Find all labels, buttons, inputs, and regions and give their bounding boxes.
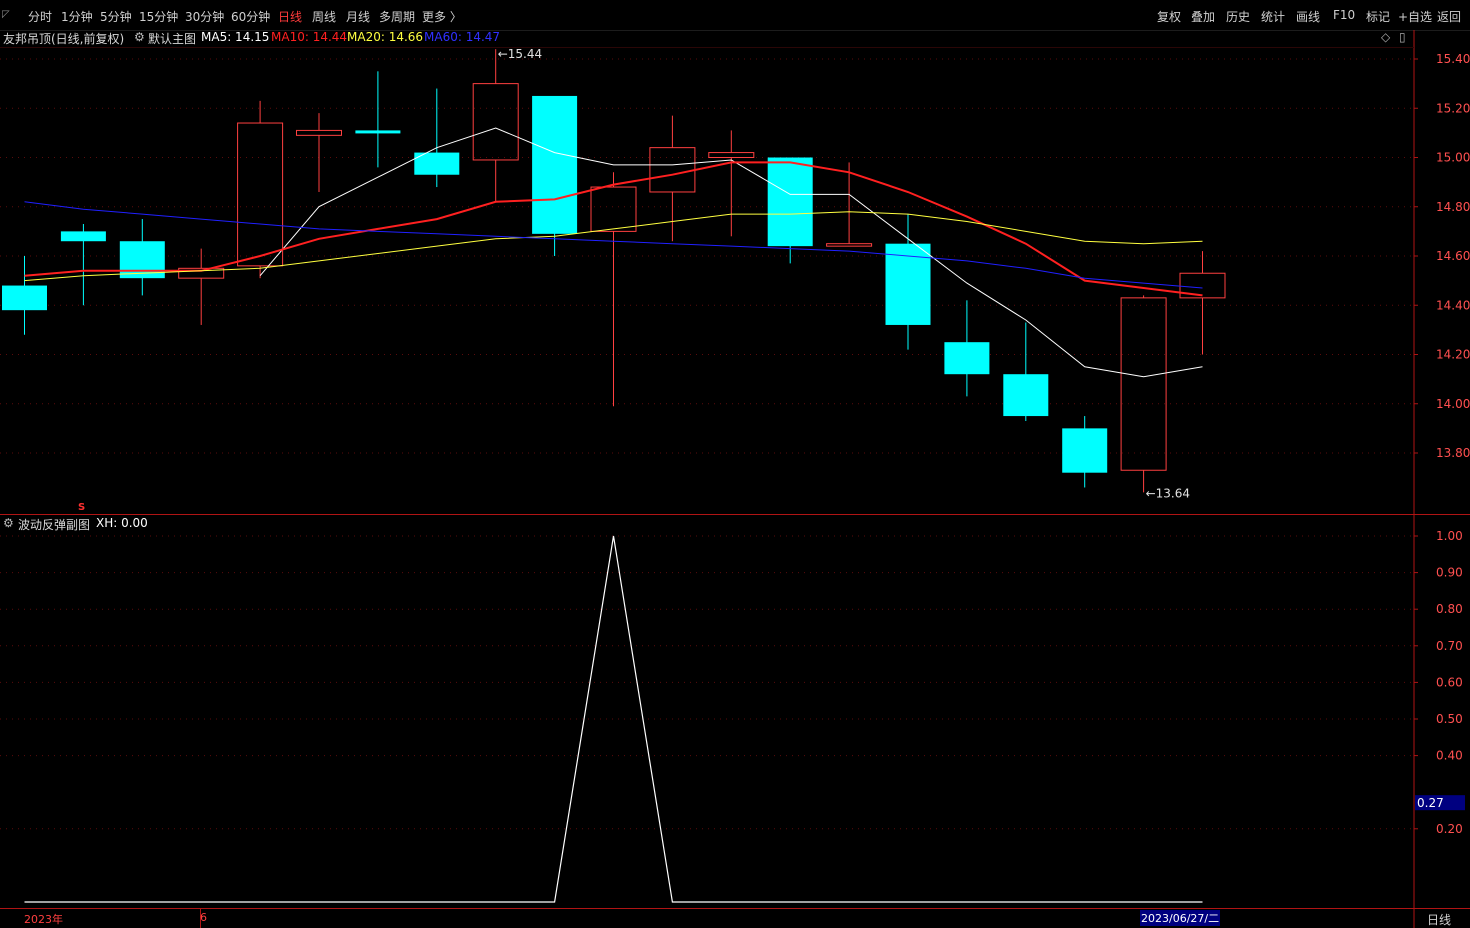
main-y-tick-label: 14.40: [1436, 298, 1470, 312]
candle-body-up: [590, 186, 637, 232]
candle-body-up: [1120, 297, 1167, 471]
xh-value: XH: 0.00: [96, 516, 148, 530]
main-y-tick-label: 15.00: [1436, 151, 1470, 165]
candle-body-down: [767, 157, 813, 247]
main-y-tick-label: 14.00: [1436, 397, 1470, 411]
panel-toggle-icon[interactable]: ▯: [1399, 30, 1406, 44]
chart-canvas[interactable]: 15.40 15.20 15.00 14.80 14.60 14.40 14.20 14.00…: [0, 0, 1470, 928]
cursor-value-label: 0.27: [1417, 796, 1444, 810]
candle-body-up: [649, 147, 696, 193]
candle-body-down: [2, 285, 47, 311]
candle-body-up: [472, 83, 519, 161]
extreme-price-label: ←13.64: [1146, 486, 1190, 500]
candle-body-up: [296, 129, 342, 136]
sub-indicator-name[interactable]: 波动反弹副图: [18, 516, 90, 533]
stock-title[interactable]: 友邦吊顶(日线,前复权): [3, 30, 124, 47]
sub-y-tick-label: 1.00: [1436, 529, 1463, 543]
sub-y-tick-label: 0.40: [1436, 749, 1463, 763]
main-y-tick-label: 13.80: [1436, 446, 1470, 460]
month-label: 6: [200, 911, 207, 924]
xh-line: [24, 535, 1203, 903]
candle-body-down: [1062, 428, 1108, 473]
candle-body-down: [944, 342, 990, 375]
candle-body-up: [708, 152, 755, 158]
ma10-value: MA10: 14.44: [271, 30, 348, 44]
signal-marker: S: [78, 502, 86, 513]
main-chart-header: 友邦吊顶(日线,前复权) ⚙ 默认主图 MA5: 14.15 MA10: 14.…: [0, 30, 1410, 46]
candle-body-down: [532, 95, 578, 234]
candle-body-down: [355, 130, 401, 134]
period-indicator[interactable]: 日线: [1427, 911, 1451, 928]
main-y-tick-label: 15.40: [1436, 52, 1470, 66]
sub-y-tick-label: 0.90: [1436, 566, 1463, 580]
cursor-date: 2023/06/27/二: [1140, 910, 1221, 926]
sub-y-tick-label: 0.60: [1436, 675, 1463, 689]
ma60-value: MA60: 14.47: [424, 30, 501, 44]
sub-y-tick-label: 0.70: [1436, 639, 1463, 653]
indicator-settings-icon[interactable]: ⚙: [134, 30, 145, 44]
main-y-tick-label: 14.80: [1436, 200, 1470, 214]
indicator-name[interactable]: 默认主图: [148, 30, 196, 47]
sub-indicator-settings-icon[interactable]: ⚙: [3, 516, 14, 530]
diamond-icon[interactable]: ◇: [1381, 30, 1390, 44]
main-y-tick-label: 14.20: [1436, 348, 1470, 362]
sub-y-tick-label: 0.80: [1436, 602, 1463, 616]
main-y-tick-label: 15.20: [1436, 101, 1470, 115]
candle-body-up: [826, 243, 873, 247]
candle-body-down: [1003, 374, 1049, 417]
ma5-value: MA5: 14.15: [201, 30, 270, 44]
sub-y-tick-label: 0.50: [1436, 712, 1463, 726]
ma20-value: MA20: 14.66: [347, 30, 424, 44]
candle-body-up: [237, 122, 284, 267]
candle-body-down: [60, 231, 106, 242]
sub-y-tick-label: 0.20: [1436, 822, 1463, 836]
year-label: 2023年: [24, 913, 63, 926]
extreme-price-label: ←15.44: [498, 47, 542, 61]
main-y-tick-label: 14.60: [1436, 249, 1470, 263]
